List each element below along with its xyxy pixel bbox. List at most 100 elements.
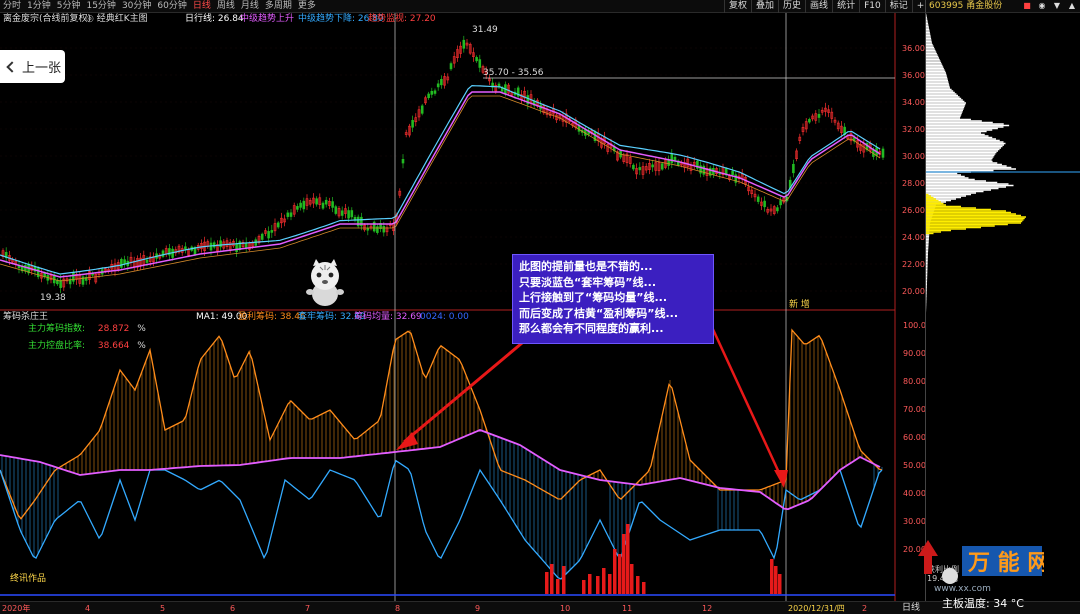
volume-bar	[562, 566, 566, 594]
date-label: 6	[230, 604, 236, 613]
tf-monthly[interactable]: 月线	[238, 0, 262, 13]
candle-body	[808, 119, 811, 123]
sub-legend-avg: 筹码均量: 32.69	[354, 312, 422, 322]
tool-f10[interactable]: F10	[859, 0, 885, 13]
candle-body	[401, 158, 405, 164]
candle-body	[420, 105, 424, 114]
candle-body	[270, 230, 274, 233]
tf-60min[interactable]: 60分钟	[154, 0, 189, 13]
candle-body	[334, 206, 338, 214]
tool-mark[interactable]: 标记	[884, 0, 912, 13]
date-label: 7	[305, 604, 311, 613]
candle-body	[478, 59, 482, 68]
candle-body	[331, 201, 334, 208]
volume-bar	[588, 574, 592, 594]
stat-chip-index: 主力筹码指数: 28.872 %	[28, 324, 146, 334]
candle-body	[286, 212, 290, 217]
arrow-up-icon[interactable]: ▲	[1067, 1, 1077, 11]
arrow-down-icon[interactable]: ▼	[1052, 1, 1062, 11]
candle-body	[161, 250, 165, 257]
high-annotation: 31.49	[472, 25, 498, 35]
date-label: 9	[475, 604, 481, 613]
board-temperature: 主板温度: 34 °C	[942, 597, 1024, 610]
sub-title: 筹码杀庄王	[3, 312, 49, 322]
tool-stats[interactable]: 统计	[832, 0, 859, 13]
date-label: 11	[622, 604, 633, 613]
volume-bar	[582, 580, 586, 594]
sub-axis-label: 60.00	[903, 433, 925, 442]
volume-bar	[642, 582, 646, 594]
tool-adjust[interactable]: 复权	[724, 0, 751, 13]
settings-icon[interactable]: ◎	[86, 14, 94, 24]
callout-line: 上行接触到了“筹码均量”线...	[519, 291, 667, 305]
volume-bar	[770, 559, 774, 594]
volume-bar	[622, 534, 626, 594]
candle-body	[427, 93, 430, 99]
candle-body	[702, 165, 706, 175]
alarm-icon[interactable]: ■	[1022, 1, 1032, 11]
volume-bar	[550, 564, 554, 594]
volume-bar	[630, 564, 634, 594]
candle-body	[449, 63, 453, 70]
tf-multi[interactable]: 多周期	[262, 0, 295, 13]
candle-body	[324, 199, 328, 205]
tf-1m[interactable]: 分时	[0, 0, 24, 13]
volume-bar	[636, 576, 640, 594]
candle-body	[276, 222, 280, 228]
price-axis-label: 26.00	[902, 206, 925, 215]
ma-label-watch: 趋势监视: 27.20	[368, 14, 436, 24]
price-axis-label: 36.00	[902, 44, 925, 53]
tf-30min[interactable]: 30分钟	[119, 0, 154, 13]
sub-legend-profit: 盈利筹码: 38.46	[238, 312, 306, 322]
previous-label: 上一张	[22, 61, 62, 76]
candle-body	[731, 170, 734, 175]
tool-draw[interactable]: 画线	[805, 0, 832, 13]
low-annotation: 19.38	[40, 293, 66, 303]
price-axis-label: 22.00	[902, 260, 925, 269]
volume-bar	[613, 549, 617, 594]
tf-15min[interactable]: 15分钟	[83, 0, 118, 13]
price-axis-label: 28.00	[902, 179, 925, 188]
tf-weekly[interactable]: 周线	[214, 0, 238, 13]
volume-bar	[608, 574, 612, 594]
ma-label-daily: 日行线: 26.84	[185, 14, 244, 24]
sub-axis-label: 30.00	[903, 517, 925, 526]
candle-body	[632, 164, 635, 170]
callout-line: 而后变成了桔黄“盈利筹码”线...	[519, 306, 678, 320]
chip-distribution-panel	[925, 13, 1080, 601]
candle-body	[235, 242, 238, 253]
tf-5min[interactable]: 5分钟	[54, 0, 84, 13]
candle-body	[340, 210, 344, 216]
candle-body	[792, 163, 795, 174]
price-axis-label: 30.00	[902, 152, 925, 161]
candle-body	[212, 242, 216, 248]
tool-overlay[interactable]: 叠加	[751, 0, 778, 13]
candle-body	[776, 207, 779, 212]
candle-body	[296, 206, 299, 210]
candle-body	[651, 164, 654, 168]
candle-body	[120, 258, 123, 268]
candle-body	[763, 200, 766, 208]
event-annotation: 新 增	[789, 300, 810, 310]
candle-body	[411, 120, 414, 128]
search-icon[interactable]: ◉	[1037, 1, 1047, 11]
date-label: 2020/12/31/四	[788, 604, 845, 613]
tf-more[interactable]: 更多	[295, 0, 319, 13]
template-label: 经典红K主图	[96, 14, 148, 24]
volume-bar	[774, 566, 778, 594]
author-note: 终讯作品	[10, 574, 47, 584]
svg-text:万 能 网: 万 能 网	[967, 550, 1044, 576]
tf-daily[interactable]: 日线	[190, 0, 214, 13]
date-label: 2	[862, 604, 868, 613]
candle-body	[817, 113, 821, 118]
tool-history[interactable]: 历史	[778, 0, 805, 13]
previous-button[interactable]: 上一张	[0, 50, 65, 83]
candle-body	[440, 78, 443, 86]
date-label: 5	[160, 604, 166, 613]
candle-body	[315, 198, 318, 205]
candle-body	[289, 212, 293, 217]
chevron-left-icon	[6, 60, 18, 73]
tf-1min[interactable]: 1分钟	[24, 0, 54, 13]
volume-bar	[602, 568, 606, 594]
main-indicator-title: 离金废宗(合线前复权)	[3, 14, 92, 24]
